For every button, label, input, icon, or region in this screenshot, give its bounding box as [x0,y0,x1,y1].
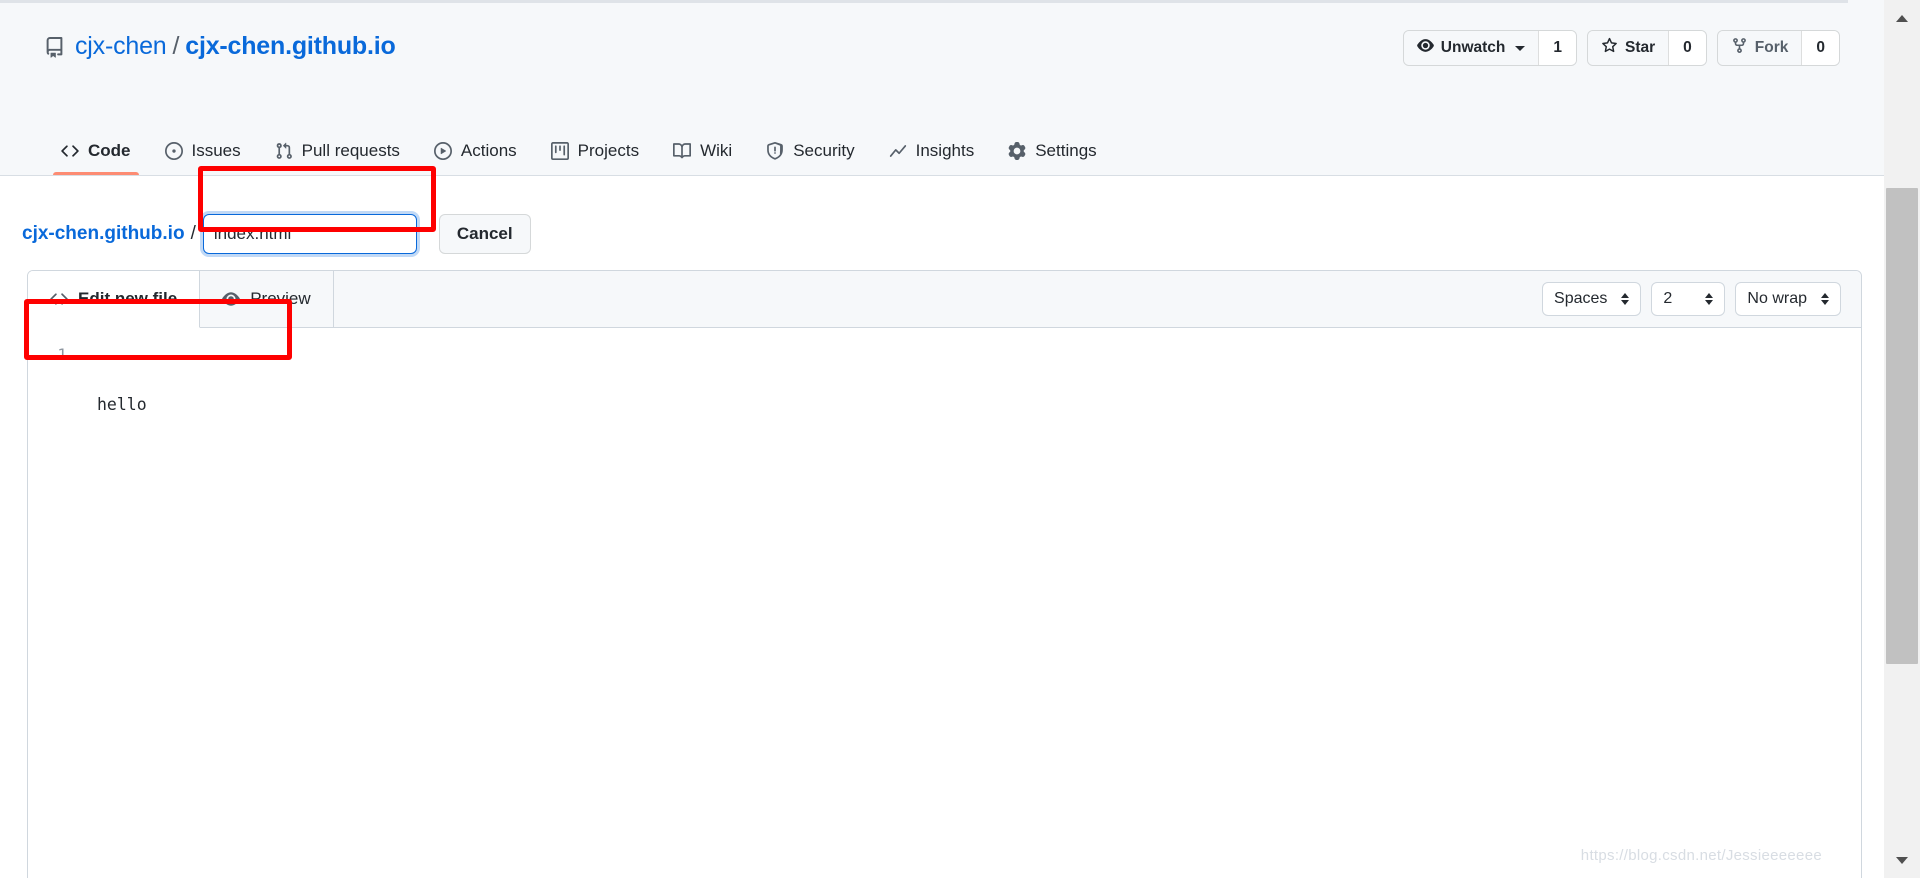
watermark-text: https://blog.csdn.net/Jessieeeeeee [1580,847,1822,864]
scrollbar-thumb[interactable] [1886,188,1918,664]
editor-tab-edit-new-file[interactable]: Edit new file [28,271,201,328]
nav-tab-wiki[interactable]: Wiki [656,141,749,175]
nav-tab-actions-label: Actions [460,141,517,160]
repo-header: cjx-chen/cjx-chen.github.io Unwatch 1 [0,0,1884,176]
chevron-down-icon [1515,45,1526,51]
code-icon [50,290,68,308]
wrap-mode-select[interactable]: No wrap [1735,282,1841,316]
repo-owner-link[interactable]: cjx-chen [75,32,167,60]
nav-tab-settings[interactable]: Settings [991,141,1113,175]
nav-tab-security-label: Security [793,141,855,160]
repo-name-link[interactable]: cjx-chen.github.io [185,32,395,60]
code-area[interactable]: 1 hello [28,328,1861,878]
nav-tab-pull-requests[interactable]: Pull requests [258,141,417,175]
shield-icon [766,142,784,160]
eye-icon [1416,37,1434,59]
git-pull-request-icon [275,142,293,160]
nav-tab-pull-requests-label: Pull requests [301,141,400,160]
star-label: Star [1625,39,1656,56]
repo-breadcrumb: cjx-chen / cjx-chen.github.io [75,31,396,62]
code-content[interactable]: hello [80,342,1861,878]
line-number: 1 [57,345,67,364]
indent-size-select[interactable]: 2 [1651,282,1726,316]
filename-input[interactable] [202,214,417,254]
watch-count[interactable]: 1 [1538,31,1576,65]
nav-tab-insights-label: Insights [915,141,975,160]
nav-tab-actions[interactable]: Actions [417,141,534,175]
repo-nav: Code Issues Pull requests Actions Projec… [0,115,1114,175]
nav-tab-insights[interactable]: Insights [872,141,992,175]
top-hairline [0,0,1848,3]
indent-mode-select[interactable]: Spaces [1542,282,1642,316]
editor-tab-preview-label: Preview [250,289,311,308]
fork-count[interactable]: 0 [1801,31,1839,65]
repo-actions: Unwatch 1 Star 0 Fork 0 [1402,30,1840,66]
editor-body[interactable]: 1 hello [28,328,1861,878]
unwatch-button[interactable]: Unwatch [1403,31,1539,65]
fork-button[interactable]: Fork [1717,31,1802,65]
nav-tab-issues-label: Issues [191,141,241,160]
star-count[interactable]: 0 [1668,31,1706,65]
nav-tab-settings-label: Settings [1035,141,1097,160]
nav-tab-projects-label: Projects [577,141,640,160]
page-root: cjx-chen/cjx-chen.github.io Unwatch 1 [0,0,1884,878]
line-number-gutter: 1 [28,342,80,878]
nav-tab-issues[interactable]: Issues [148,141,258,175]
watch-button-group[interactable]: Unwatch 1 [1402,30,1577,66]
triangle-up-icon [1896,14,1908,22]
fork-button-group[interactable]: Fork 0 [1716,30,1840,66]
chevron-updown-icon [1821,293,1829,305]
file-editor-panel: Edit new file Preview Spaces 2 No wrap 1… [27,270,1862,878]
filename-row: cjx-chen.github.io / Cancel [0,176,1884,262]
cancel-button[interactable]: Cancel [438,214,531,254]
book-icon [673,142,692,160]
unwatch-label: Unwatch [1440,39,1506,56]
nav-tab-code[interactable]: Code [44,141,148,175]
indent-mode-value: Spaces [1554,290,1608,307]
nav-tab-projects[interactable]: Projects [534,141,656,175]
indent-size-value: 2 [1663,290,1673,307]
star-icon [1601,37,1618,59]
triangle-down-icon [1896,856,1908,864]
repo-book-icon [44,36,65,58]
editor-settings: Spaces 2 No wrap [1522,271,1861,327]
fork-icon [1731,37,1748,59]
filename-field-wrapper [202,214,417,254]
fork-label: Fork [1754,39,1789,56]
nav-tab-code-label: Code [88,141,131,160]
eye-icon [222,290,241,308]
star-button-group[interactable]: Star 0 [1587,30,1707,66]
graph-icon [889,142,907,160]
play-icon [433,142,452,160]
nav-tab-security[interactable]: Security [749,141,871,175]
gear-icon [1008,142,1026,160]
chevron-updown-icon [1705,293,1714,305]
editor-tab-preview[interactable]: Preview [200,271,334,327]
breadcrumb-separator: / [190,223,196,244]
breadcrumb-repo-link[interactable]: cjx-chen.github.io [22,223,185,245]
star-button[interactable]: Star [1588,31,1669,65]
scrollbar-down-arrow[interactable] [1884,842,1920,878]
issue-opened-icon [164,142,183,160]
code-icon [61,142,79,160]
browser-scrollbar[interactable] [1884,0,1920,878]
project-icon [550,142,569,160]
chevron-updown-icon [1621,293,1630,305]
nav-tab-wiki-label: Wiki [700,141,733,160]
scrollbar-up-arrow[interactable] [1884,0,1920,36]
wrap-mode-value: No wrap [1747,290,1807,307]
repo-separator: / [172,32,180,61]
editor-tab-edit-label: Edit new file [78,289,178,308]
editor-tabbar: Edit new file Preview Spaces 2 No wrap [28,271,1861,328]
code-line: hello [97,395,147,414]
